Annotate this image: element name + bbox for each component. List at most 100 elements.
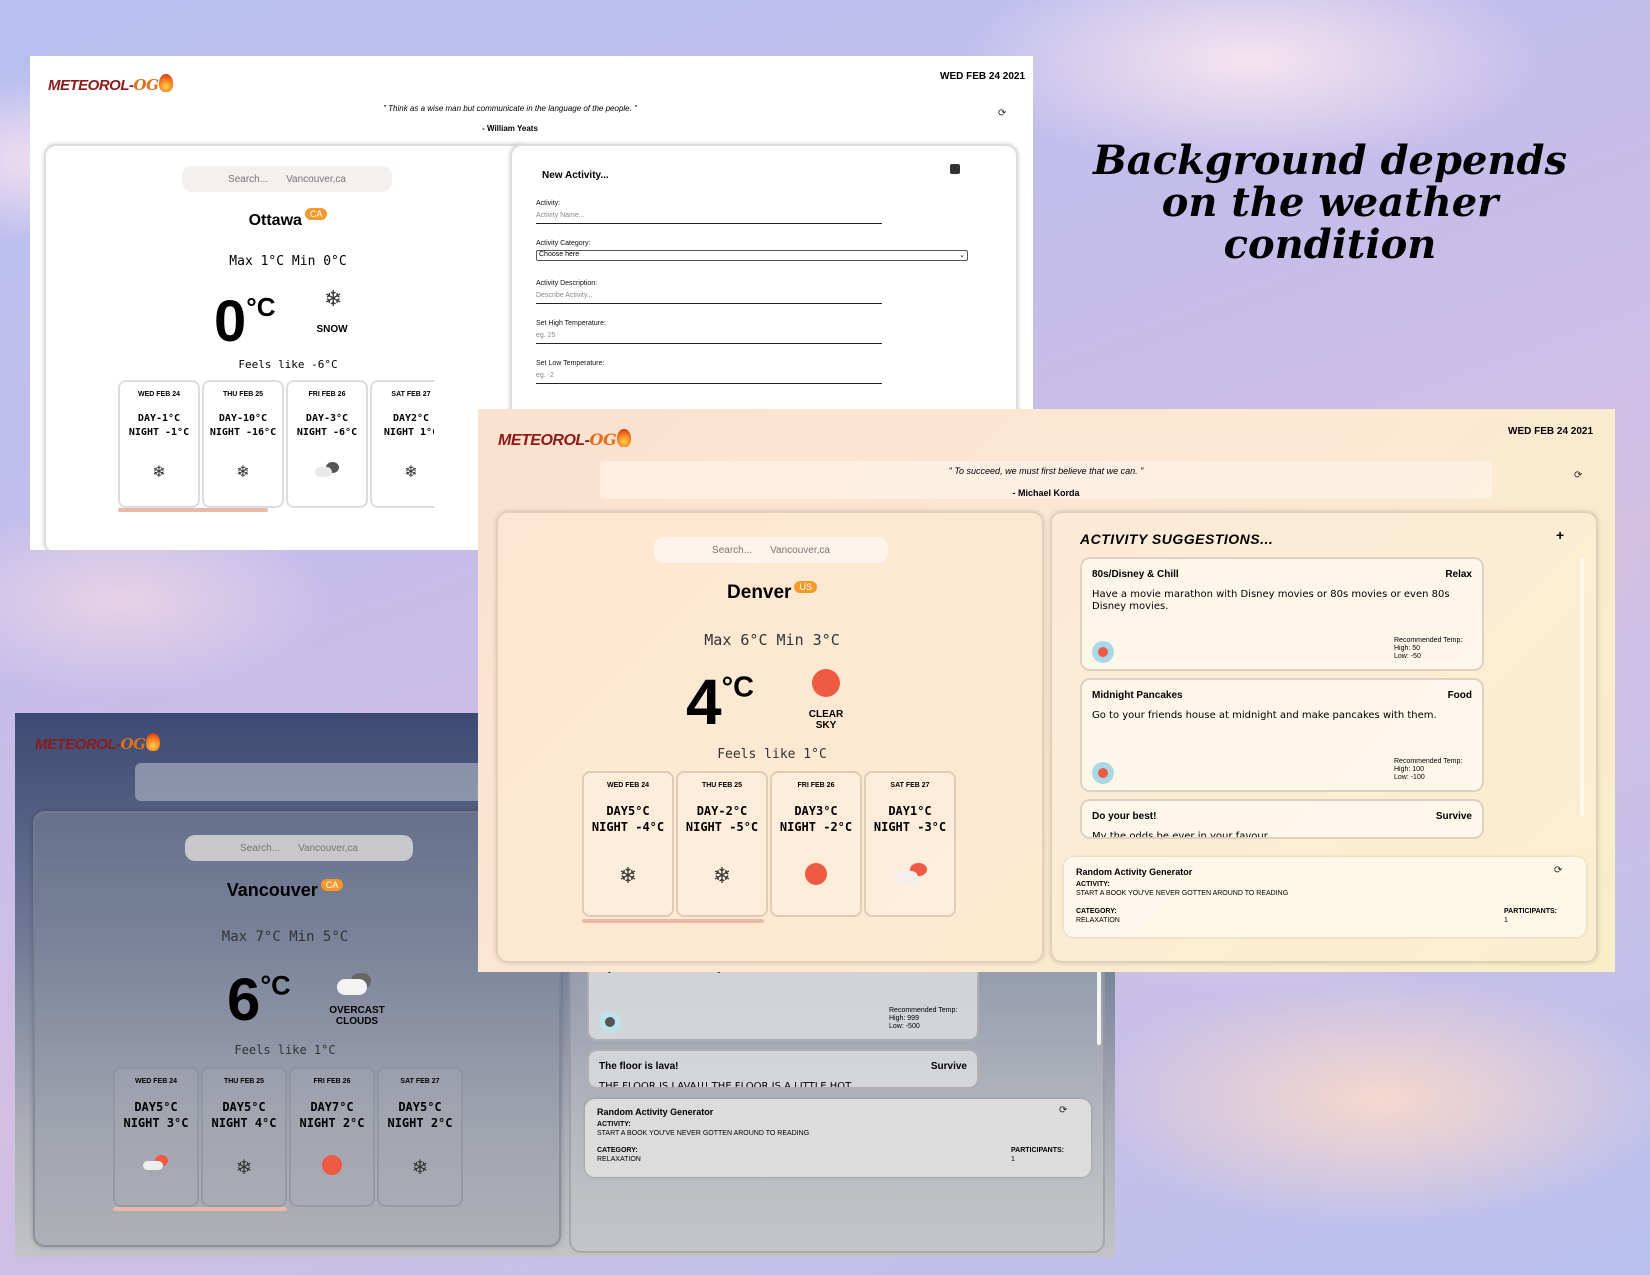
snow-icon: ❄: [411, 1157, 429, 1179]
forecast-card: SAT FEB 27 DAY1°C NIGHT -3°C: [864, 771, 956, 917]
forecast-date: FRI FEB 26: [308, 391, 346, 398]
activity-label: Activity:: [536, 200, 561, 207]
caption-line-2: on the weather: [1161, 179, 1499, 226]
forecast-date: SAT FEB 27: [890, 782, 930, 789]
activity-title: The floor is lava!: [599, 1061, 679, 1072]
random-activity-label: ACTIVITY:: [597, 1121, 631, 1128]
forecast-night-temp: NIGHT 1°C: [383, 427, 434, 438]
city-name: Vancouver CA: [35, 879, 535, 901]
refresh-quote-icon[interactable]: ⟳: [1574, 470, 1582, 481]
search-value: Vancouver,ca: [770, 544, 830, 556]
forecast-night-temp: NIGHT -16°C: [209, 427, 277, 438]
snow-icon: ❄: [324, 286, 343, 311]
quote-author: - William Yeats: [482, 124, 538, 133]
random-category-value: RELAXATION: [597, 1156, 641, 1163]
forecast-day-temp: DAY5°C: [134, 1100, 178, 1114]
snow-icon: ❄: [404, 464, 418, 481]
city-name: Denver US: [498, 581, 1046, 604]
forecast-temps: DAY7°C NIGHT 2°C: [291, 1099, 373, 1131]
search-value: Vancouver,ca: [286, 173, 346, 185]
recommended-rec: Recommended Temp:: [889, 1007, 958, 1014]
forecast-day-temp: DAY-1°C: [137, 413, 181, 424]
forecast-night-temp: NIGHT 2°C: [387, 1116, 453, 1130]
random-activity-value: START A BOOK YOU'VE NEVER GOTTEN AROUND …: [597, 1130, 810, 1137]
random-participants-label: PARTICIPANTS:: [1011, 1147, 1065, 1154]
activity-card[interactable]: 80s/Disney & Chill Relax Have a movie mara…: [1080, 557, 1484, 671]
recommended-low: Low: -100: [1394, 774, 1425, 781]
forecast-card: THU FEB 25 DAY-2°C NIGHT -5°C ❄: [676, 771, 768, 917]
activity-title: Do your best!: [1092, 811, 1157, 822]
activity-suggestions-panel: ACTIVITY SUGGESTIONS... + 80s/Disney & C…: [1050, 511, 1598, 963]
recommended-high: High: 50: [1394, 645, 1421, 652]
snow-icon: ❄: [712, 863, 732, 888]
forecast-night-temp: NIGHT -4°C: [591, 820, 665, 834]
low-temp-input[interactable]: eg. -2: [536, 372, 882, 384]
snow-icon: ❄: [618, 863, 638, 888]
forecast-day-temp: DAY-10°C: [218, 413, 268, 424]
activity-name-input[interactable]: Activity Name...: [536, 212, 882, 224]
recommended-temp: Recommended Temp: High: 50 Low: -50: [1394, 637, 1462, 661]
background-caption: Background depends on the weather condit…: [1040, 140, 1620, 266]
country-badge: CA: [320, 879, 344, 891]
random-activity-generator: Random Activity Generator ⟳ ACTIVITY: ST…: [1064, 857, 1586, 937]
forecast-scrollbar[interactable]: [113, 1207, 287, 1211]
high-temp-input[interactable]: eg. 25: [536, 332, 882, 344]
current-date: WED FEB 24 2021: [940, 71, 1026, 82]
forecast-night-temp: NIGHT -6°C: [296, 427, 358, 438]
refresh-quote-icon[interactable]: ⟳: [998, 108, 1006, 119]
random-participants-value: 1: [1011, 1156, 1015, 1163]
activity-card[interactable]: Midnight Pancakes Food Go to your friends …: [1080, 678, 1484, 792]
random-participants-label: PARTICIPANTS:: [1504, 908, 1558, 915]
high-temp-label: Set High Temperature:: [536, 320, 606, 327]
recommended-rec: Recommended Temp:: [1394, 637, 1463, 644]
forecast-night-temp: NIGHT -3°C: [873, 820, 947, 834]
max-min-temp: Max 6°C Min 3°C: [704, 631, 840, 649]
forecast-date: THU FEB 25: [701, 782, 743, 789]
recommended-low: Low: -500: [889, 1023, 920, 1030]
quote-author: - Michael Korda: [1012, 488, 1080, 498]
close-form-icon[interactable]: [950, 164, 960, 174]
snow-icon: ❄: [152, 464, 166, 481]
search-bar[interactable]: Search... Vancouver,ca: [182, 166, 392, 192]
activity-description: My the odds be ever in your favour: [1092, 831, 1268, 839]
partly-cloudy-icon: [893, 863, 927, 885]
weather-card: Search... Vancouver,ca Ottawa CA Max 1°C …: [44, 144, 528, 550]
category-select[interactable]: Choose here ⌄: [536, 250, 968, 261]
suggestions-title: ACTIVITY SUGGESTIONS...: [1080, 531, 1274, 547]
forecast-day-temp: DAY-2°C: [696, 804, 748, 818]
forecast-day-temp: DAY1°C: [888, 804, 932, 818]
forecast-day-temp: DAY-3°C: [305, 413, 349, 424]
random-activity-generator: Random Activity Generator ⟳ ACTIVITY: ST…: [585, 1099, 1091, 1177]
activity-category: Food: [1447, 690, 1472, 701]
app-logo: METEOROL-OG: [35, 733, 161, 753]
description-input[interactable]: Describe Activity...: [536, 292, 882, 304]
app-logo: METEOROL-OG: [498, 429, 632, 450]
forecast-night-temp: NIGHT 4°C: [211, 1116, 277, 1130]
forecast-scrollbar[interactable]: [118, 508, 268, 512]
caption-line-3: condition: [1223, 221, 1437, 268]
activity-description: Have a movie marathon with Disney movies…: [1092, 589, 1450, 612]
overcast-clouds-icon: [335, 973, 375, 997]
add-activity-icon[interactable]: +: [1556, 527, 1564, 543]
list-scrollbar[interactable]: [1580, 557, 1584, 817]
forecast-temps: DAY-2°C NIGHT -5°C: [678, 803, 766, 835]
forecast-strip: WED FEB 24 DAY5°C NIGHT 3°C ⋮⋮ THU FEB 25 DAY…: [113, 1067, 463, 1213]
forecast-temps: DAY3°C NIGHT -2°C: [772, 803, 860, 835]
refresh-random-icon[interactable]: ⟳: [1554, 865, 1562, 876]
feels-like: Feels like -6°C: [238, 358, 338, 371]
search-bar[interactable]: Search... Vancouver,ca: [185, 835, 413, 861]
forecast-scrollbar[interactable]: [582, 919, 764, 923]
form-title: New Activity...: [542, 170, 609, 181]
activity-card[interactable]: The floor is lava! Survive THE FLOOR IS LA…: [587, 1049, 979, 1089]
refresh-random-icon[interactable]: ⟳: [1059, 1105, 1067, 1116]
random-title: Random Activity Generator: [597, 1107, 714, 1117]
rain-sun-icon: ⋮⋮: [143, 1155, 169, 1179]
forecast-date: WED FEB 24: [137, 391, 180, 398]
forecast-strip: WED FEB 24 DAY-1°C NIGHT -1°C ❄ THU FEB 25 DA…: [118, 380, 434, 520]
forecast-day-temp: DAY2°C: [392, 413, 430, 424]
activity-card[interactable]: Do your best! Survive My the odds be ever …: [1080, 799, 1484, 839]
activity-title: Midnight Pancakes: [1092, 690, 1183, 701]
forecast-date: FRI FEB 26: [313, 1078, 351, 1085]
current-temp: 0°C: [214, 289, 276, 354]
search-bar[interactable]: Search... Vancouver,ca: [654, 537, 888, 563]
